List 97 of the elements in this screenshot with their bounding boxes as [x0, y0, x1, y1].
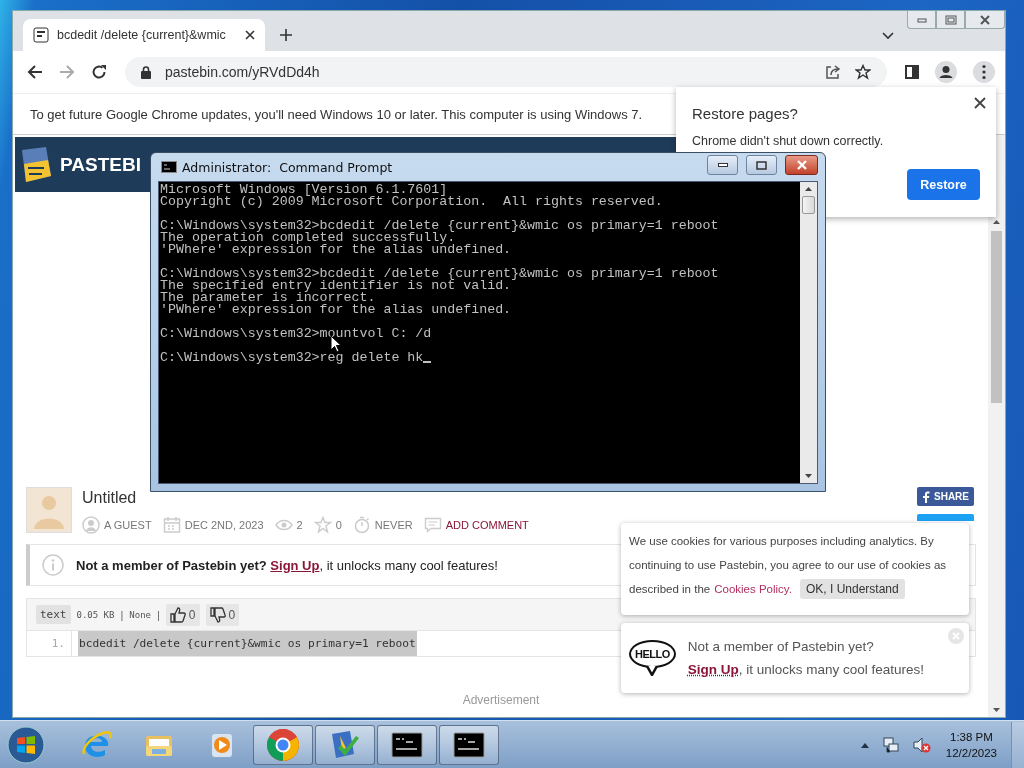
- console-line: The operation completed successfully.: [160, 232, 456, 244]
- star-icon[interactable]: [855, 64, 871, 80]
- scrollbar-thumb[interactable]: [991, 231, 1002, 403]
- like-button[interactable]: 0: [165, 603, 200, 626]
- notice-text: Not a member of Pastebin yet? Sign Up, it unlocks many cool features!: [76, 557, 498, 573]
- popup-message: Not a member of Pastebin yet?: [687, 639, 875, 654]
- meta-text: DEC 2ND, 2023: [184, 519, 264, 531]
- console-line: C:\Windows\system32>reg delete hk: [160, 352, 424, 364]
- network-icon[interactable]: [881, 735, 900, 754]
- close-icon[interactable]: [245, 30, 255, 40]
- console-line: Copyright (c) 2009 Microsoft Corporation. All rights reserved.: [160, 196, 663, 208]
- syntax-tag[interactable]: text: [36, 605, 71, 624]
- paste-size: 0.05 KB: [76, 609, 115, 620]
- add-comment-link[interactable]: ADD COMMENT: [445, 519, 529, 531]
- share-icon[interactable]: [825, 64, 841, 80]
- lock-icon: [141, 65, 151, 79]
- date-text: 12/2/2023: [945, 745, 997, 761]
- restore-icon: [944, 14, 957, 25]
- profile-icon[interactable]: [935, 61, 957, 83]
- user-icon: [82, 516, 100, 534]
- calendar-icon: [162, 516, 181, 534]
- window-title: Administrator: Command Prompt: [182, 159, 393, 175]
- paste-license: None: [129, 609, 151, 620]
- minimize-button[interactable]: [707, 155, 738, 175]
- advertisement-label: Advertisement: [462, 693, 540, 707]
- meta-text: 2: [296, 519, 303, 531]
- new-tab-icon[interactable]: [279, 28, 293, 42]
- paste-title: Untitled: [82, 489, 138, 507]
- chevron-down-icon[interactable]: [882, 32, 894, 40]
- cookie-text: continuing to use Pastebin, you agree to our use of cookies as: [629, 559, 947, 571]
- scrollbar-thumb[interactable]: [802, 196, 815, 214]
- browser-tab[interactable]: bcdedit /delete {current}&wmic: [23, 19, 265, 51]
- scrollbar[interactable]: [988, 135, 1005, 717]
- chrome-icon: [266, 727, 300, 762]
- address-bar[interactable]: pastebin.com/yRVdDd4h: [125, 57, 887, 87]
- restore-button[interactable]: Restore: [907, 169, 980, 200]
- console-line: 'PWhere' expression for the alias undefined.: [160, 244, 512, 256]
- thumbs-down-icon: [209, 606, 226, 623]
- maximize-button[interactable]: [746, 155, 777, 175]
- minimize-icon: [717, 163, 728, 167]
- dialog-message: Chrome didn't shut down correctly.: [692, 134, 885, 148]
- meta-text: 0: [335, 519, 342, 531]
- comment-icon: [423, 516, 442, 534]
- dialog-title: Restore pages?: [692, 105, 799, 122]
- maximize-icon: [756, 160, 767, 170]
- console-app-button[interactable]: [439, 724, 499, 765]
- popup-message: Sign Up, it unlocks many cool features!: [687, 662, 925, 677]
- console-line: C:\Windows\system32>mountvol C: /d: [160, 328, 432, 340]
- facebook-icon: [922, 490, 930, 503]
- console-line: The parameter is incorrect.: [160, 292, 376, 304]
- start-button[interactable]: [7, 725, 45, 764]
- dislike-button[interactable]: 0: [205, 603, 240, 626]
- close-icon: [795, 160, 808, 170]
- site-logo[interactable]: PASTEBI: [60, 153, 141, 176]
- close-button[interactable]: [965, 11, 1005, 29]
- console-app-button[interactable]: [377, 724, 437, 765]
- star-icon: [313, 516, 332, 534]
- speaker-muted-icon[interactable]: [911, 735, 932, 754]
- console-line: Microsoft Windows [Version 6.1.7601]: [160, 184, 448, 196]
- accept-button[interactable]: OK, I Understand: [799, 579, 905, 599]
- thumbs-up-icon: [169, 606, 186, 623]
- close-icon[interactable]: [974, 97, 986, 109]
- menu-icon[interactable]: [973, 61, 995, 83]
- back-icon[interactable]: [27, 64, 43, 80]
- console-line: 'PWhere' expression for the alias undefined.: [160, 304, 512, 316]
- reload-icon[interactable]: [91, 64, 107, 80]
- cookie-text: We use cookies for various purposes including analytics. By: [629, 535, 934, 547]
- sign-up-link[interactable]: Sign Up: [687, 662, 739, 677]
- separator: |: [120, 608, 124, 621]
- update-message: To get future Google Chrome updates, you'll need Windows 10 or later. This computer is using Windows 7.: [30, 106, 643, 122]
- close-button[interactable]: [785, 155, 818, 175]
- close-icon: [979, 14, 991, 25]
- side-panel-icon[interactable]: [905, 65, 919, 79]
- console-icon: [161, 161, 177, 173]
- text-cursor: [423, 361, 432, 363]
- line-number: 1.: [27, 631, 72, 656]
- clock[interactable]: 1:38 PM 12/2/2023: [945, 728, 997, 761]
- stopwatch-icon: [352, 516, 371, 534]
- document-icon: [33, 27, 49, 43]
- console-line: C:\Windows\system32>bcdedit /delete {current}&wmic os primary=1 reboot: [160, 220, 719, 232]
- meta-text: A GUEST: [104, 519, 152, 531]
- console-icon: [453, 731, 485, 758]
- cookies-policy-link[interactable]: Cookies Policy.: [714, 583, 792, 595]
- chrome-app-button[interactable]: [253, 724, 313, 765]
- speech-tail-icon: [646, 666, 659, 676]
- separator: |: [157, 608, 160, 621]
- time-text: 1:38 PM: [950, 729, 993, 745]
- console-icon: [391, 731, 423, 758]
- console-line: C:\Windows\system32>bcdedit /delete {current}&wmic os primary=1 reboot: [160, 268, 719, 280]
- cookie-text: described in the: [629, 583, 711, 595]
- minimize-icon: [916, 16, 927, 23]
- checkmark-app-button[interactable]: [315, 724, 375, 765]
- facebook-share-button[interactable]: SHARE: [917, 487, 974, 506]
- console-line: The specified entry identifier is not valid.: [160, 280, 512, 292]
- scrollbar[interactable]: [800, 182, 817, 483]
- meta-text: NEVER: [374, 519, 413, 531]
- info-icon: [42, 554, 64, 576]
